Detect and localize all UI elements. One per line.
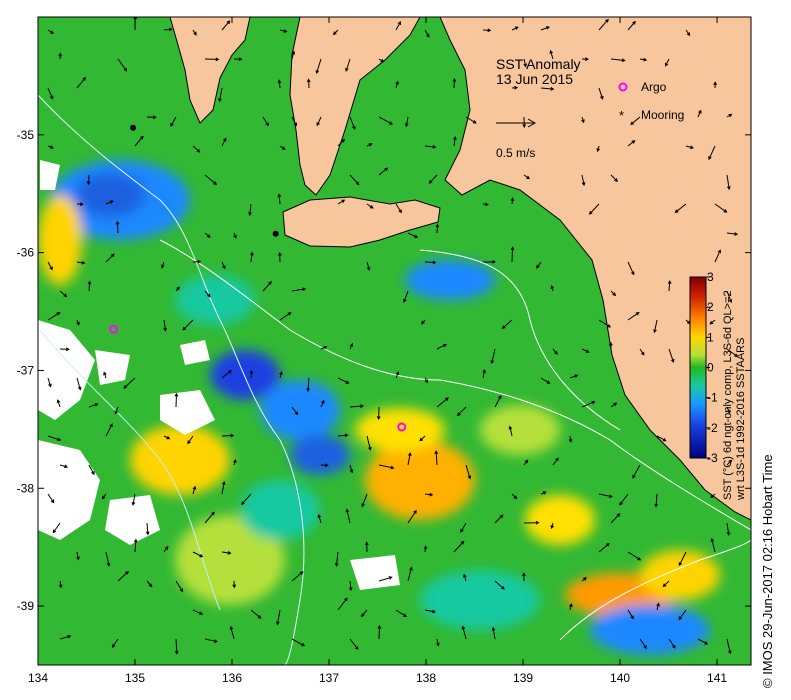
sst-anomaly-map: 134 135 136 137 138 139 140 141-35-36-37-38-39 … [17,16,752,685]
mooring-legend-label: Mooring [641,108,684,122]
colorbar-tick-label: 1 [707,330,714,344]
map-date: 13 Jun 2015 [496,71,573,87]
x-tick-label: 138 [416,671,436,685]
y-tick-label: -38 [17,481,35,495]
colorbar-gradient [689,276,707,459]
mooring-marker [130,124,137,131]
credit-text: © IMOS 29-Jun-2017 02:16 Hobart Time [760,454,775,688]
y-tick-label: -36 [17,246,35,260]
x-tick-label: 140 [610,671,630,685]
colorbar-tick-label: -2 [707,421,718,435]
colorbar-tick-label: -3 [707,451,718,465]
colorbar-title: SST (°C) 6d ngt-only comp, L3S-6d QL>=2 … [722,290,748,500]
mooring-marker [272,230,279,237]
y-tick-label: -35 [17,128,35,142]
colorbar-tick-label: 3 [707,270,714,284]
mooring-legend-symbol: * [619,108,624,123]
colorbar-title-line2: wrt L3S-1d 1992-2016 SSTAARS [735,337,747,500]
y-tick-label: -37 [17,363,35,377]
colorbar-tick-label: 0 [707,361,714,375]
x-tick-label: 135 [125,671,145,685]
x-tick-label: 141 [707,671,727,685]
scale-label: 0.5 m/s [496,146,535,160]
x-tick-label: 137 [319,671,339,685]
x-tick-label: 139 [513,671,533,685]
colorbar-title-line1: SST (°C) 6d ngt-only comp, L3S-6d QL>=2 [722,290,734,500]
colorbar-tick-label: 2 [707,300,714,314]
x-tick-label: 136 [222,671,242,685]
x-tick-label: 134 [28,671,48,685]
y-tick-label: -39 [17,599,35,613]
map-title: SST Anomaly [496,56,581,72]
argo-legend-label: Argo [641,80,667,94]
colorbar-tick-label: -1 [707,391,718,405]
